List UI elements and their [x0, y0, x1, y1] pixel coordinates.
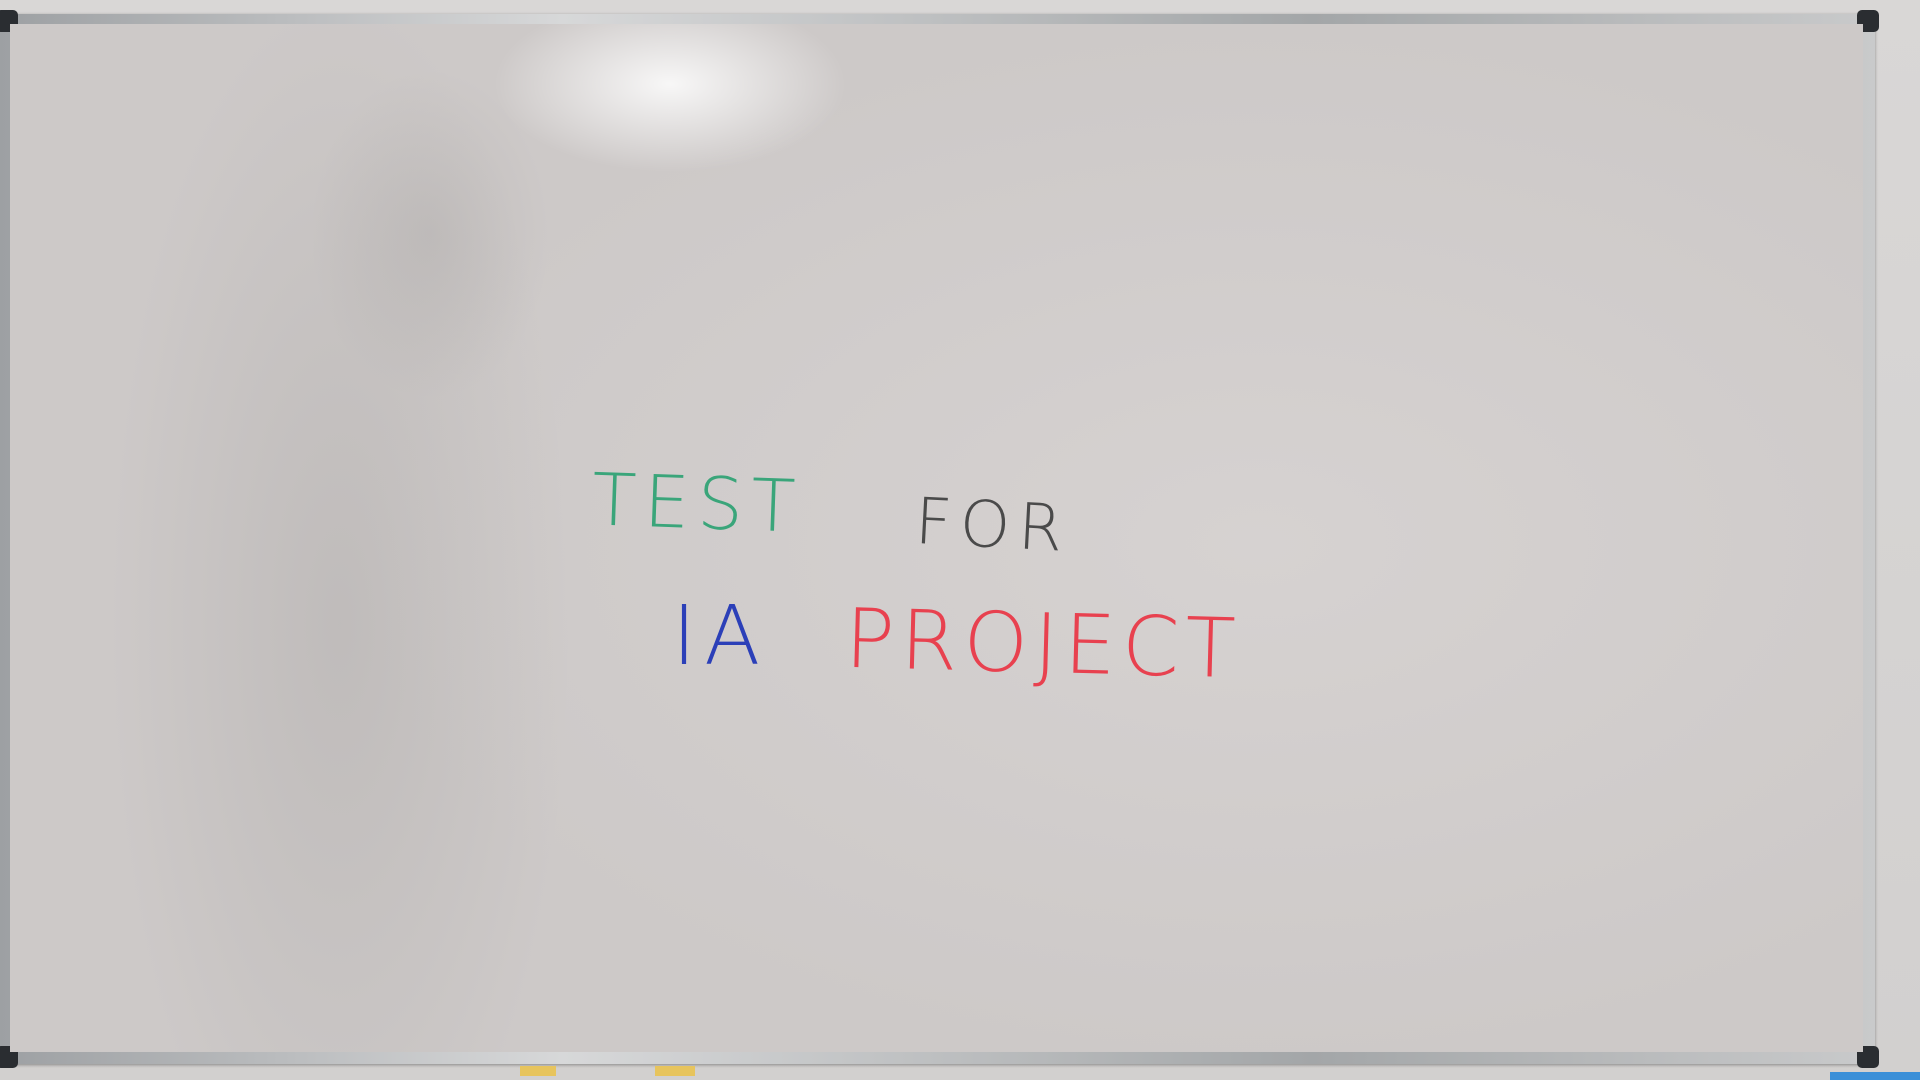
- yellow-tape: [655, 1066, 695, 1076]
- handwritten-word-test: TEST: [590, 457, 805, 549]
- whiteboard-surface: TEST FOR IA PROJECT: [10, 24, 1863, 1052]
- whiteboard-frame: TEST FOR IA PROJECT: [0, 10, 1879, 1068]
- yellow-tape: [520, 1066, 556, 1076]
- handwritten-word-ia: IA: [672, 589, 769, 684]
- handwritten-word-for: FOR: [913, 484, 1073, 568]
- handwritten-word-project: PROJECT: [843, 591, 1243, 698]
- photo-scene: TEST FOR IA PROJECT: [0, 0, 1920, 1080]
- blue-edge: [1830, 1072, 1920, 1080]
